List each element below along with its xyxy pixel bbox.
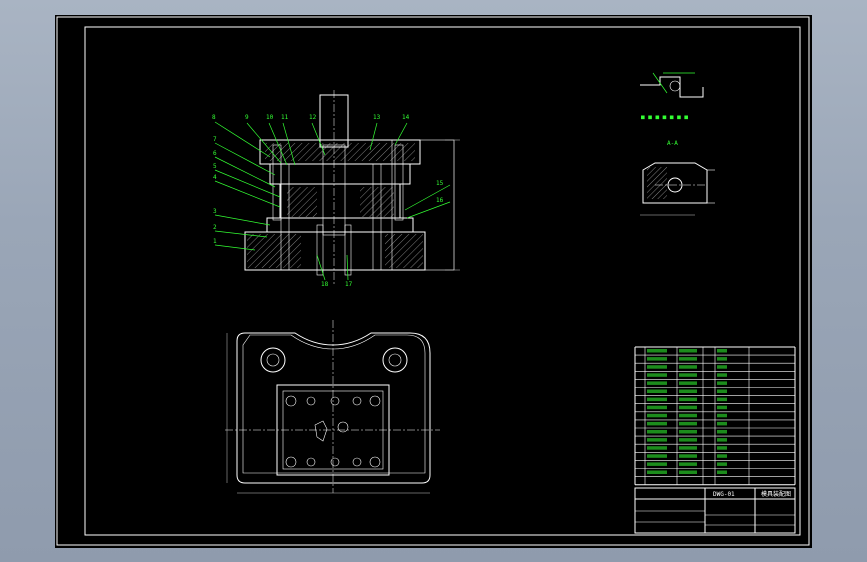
callout-3: 3: [213, 208, 217, 215]
callout-1: 1: [213, 238, 217, 245]
bom-cell-text: [647, 438, 667, 442]
drawing-name: 模具装配图: [761, 490, 791, 498]
bom-cell-text: [647, 413, 667, 418]
bom-cell-text: [717, 462, 727, 466]
bom-cell-text: [717, 470, 727, 474]
detail-section: A-A: [640, 140, 715, 216]
title-block: DWG-01 模具装配图: [634, 487, 796, 534]
bom-cell-text: [717, 349, 727, 353]
section-title: A-A: [667, 140, 678, 147]
bom-cell-text: [679, 389, 697, 393]
bom-cell-text: [679, 357, 697, 361]
bom-cell-text: [679, 381, 697, 385]
bom-cell-text: [647, 405, 667, 410]
bom-cell-text: [679, 421, 697, 426]
bom-cell-text: [647, 462, 667, 466]
bom-cell-text: [647, 470, 667, 474]
bom-cell-text: [647, 397, 667, 402]
bom-cell-text: [679, 413, 697, 418]
bom-cell-text: [679, 349, 697, 353]
bom-cell-text: [679, 405, 697, 410]
cad-viewport[interactable]: 8 9 10 11 12 13 14 7 6 5 4 3 2 1 15 16 1…: [55, 15, 812, 548]
callout-9: 9: [245, 114, 249, 121]
drawing-number: DWG-01: [713, 491, 735, 498]
bom-cell-text: [717, 389, 727, 393]
bom-cell-text: [647, 389, 667, 393]
bom-cell-text: [647, 421, 667, 426]
bom-cell-text: [679, 462, 697, 466]
callout-8: 8: [212, 114, 216, 121]
callout-6: 6: [213, 150, 217, 157]
bom-cell-text: [717, 446, 727, 450]
bom-cell-text: [679, 373, 697, 377]
callout-11: 11: [281, 114, 289, 121]
bill-of-materials: [634, 346, 796, 486]
bom-cell-text: [647, 365, 667, 369]
bom-cell-text: [647, 381, 667, 385]
bom-cell-text: [679, 397, 697, 402]
plan-view: [225, 320, 440, 494]
callout-10: 10: [266, 114, 274, 121]
bom-cell-text: [679, 454, 697, 458]
bom-cell-text: [647, 430, 667, 434]
bom-cell-text: [717, 454, 727, 458]
bom-cell-text: [717, 430, 727, 434]
bom-cell-text: [717, 397, 727, 402]
bom-cell-text: [679, 438, 697, 442]
callout-2: 2: [213, 224, 217, 231]
bom-cell-text: [647, 357, 667, 361]
callout-17: 17: [345, 281, 353, 288]
callout-7: 7: [213, 136, 217, 143]
callout-18: 18: [321, 281, 329, 288]
bom-cell-text: [717, 421, 727, 426]
section-view: [214, 90, 460, 285]
bom-cell-text: [679, 470, 697, 474]
callout-16: 16: [436, 197, 444, 204]
bom-cell-text: [717, 373, 727, 377]
bom-cell-text: [679, 430, 697, 434]
callout-12: 12: [309, 114, 317, 121]
bom-cell-text: [679, 365, 697, 369]
bom-cell-text: [647, 454, 667, 458]
drawing-sheet: 8 9 10 11 12 13 14 7 6 5 4 3 2 1 15 16 1…: [56, 16, 810, 546]
bom-cell-text: [717, 381, 727, 385]
bom-cell-text: [717, 413, 727, 418]
bom-cell-text: [647, 446, 667, 450]
bom-cell-text: [717, 365, 727, 369]
bom-cell-text: [647, 373, 667, 377]
detail-note: ■ ■ ■ ■ ■ ■ ■: [641, 114, 688, 121]
bom-cell-text: [717, 405, 727, 410]
callout-14: 14: [402, 114, 410, 121]
bom-cell-text: [679, 446, 697, 450]
bom-cell-text: [717, 357, 727, 361]
bom-cell-text: [717, 438, 727, 442]
callout-13: 13: [373, 114, 381, 121]
bom-cell-text: [647, 349, 667, 353]
detail-top: ■ ■ ■ ■ ■ ■ ■: [640, 72, 704, 121]
inner-frame: [84, 26, 801, 536]
callout-15: 15: [436, 180, 444, 187]
callout-5: 5: [213, 163, 217, 170]
callout-4: 4: [213, 174, 217, 181]
